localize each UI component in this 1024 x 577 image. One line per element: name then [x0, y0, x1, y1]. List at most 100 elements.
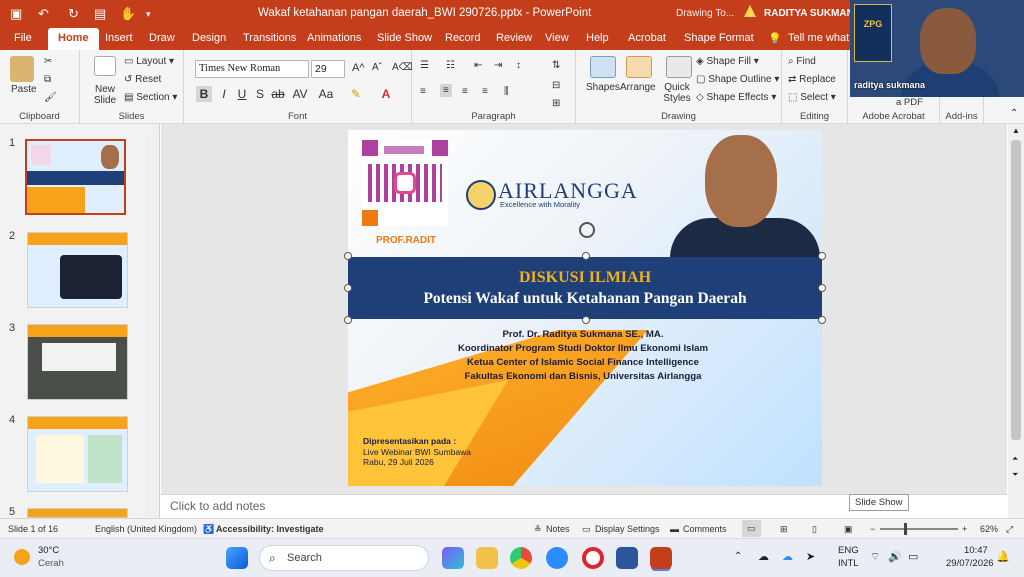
canvas-scrollbar[interactable]: ▲ ⏶ ⏷ [1008, 124, 1024, 518]
selection-handle-tm[interactable] [582, 252, 590, 260]
copilot-icon[interactable] [442, 547, 464, 569]
word-icon[interactable] [616, 547, 638, 569]
file-explorer-icon[interactable] [476, 547, 498, 569]
columns-icon[interactable]: ⫼ [504, 86, 509, 97]
align-left-icon[interactable]: ≡ [420, 86, 426, 97]
selection-handle-bl[interactable] [344, 316, 352, 324]
clock-time[interactable]: 10:47 [964, 545, 988, 556]
windows-start-icon[interactable] [226, 547, 248, 569]
slide-thumbnail-5[interactable] [27, 508, 128, 518]
comments-button[interactable]: Comments [683, 524, 727, 534]
tab-insert[interactable]: Insert [105, 32, 133, 44]
opera-icon[interactable] [582, 547, 604, 569]
normal-view-icon[interactable]: ▭ [742, 520, 761, 537]
slide-thumbnail-1[interactable] [25, 139, 126, 215]
shrink-font-icon[interactable]: Aˇ [372, 62, 382, 73]
quick-styles-button[interactable]: Quick Styles [662, 82, 692, 104]
slide-show-icon[interactable]: ▣ [844, 524, 853, 535]
rotate-handle-icon[interactable] [579, 222, 595, 238]
input-language[interactable]: ENG [838, 545, 859, 556]
font-color-icon[interactable]: A [378, 86, 394, 102]
battery-icon[interactable]: ▭ [908, 550, 918, 563]
wifi-icon[interactable]: ⌔ [870, 550, 880, 564]
tab-animations[interactable]: Animations [307, 32, 361, 44]
smartart-icon[interactable]: ⊞ [552, 98, 560, 109]
copy-icon[interactable]: ⧉ [44, 74, 51, 85]
customize-toolbar-icon[interactable]: ▾ [146, 9, 151, 20]
collapse-ribbon-icon[interactable]: ⌃ [1010, 108, 1018, 119]
title-banner[interactable]: DISKUSI ILMIAH Potensi Wakaf untuk Ketah… [348, 257, 822, 319]
user-name[interactable]: RADITYA SUKMANA [764, 8, 861, 19]
redo-icon[interactable]: ↻ [68, 6, 79, 22]
tab-design[interactable]: Design [192, 32, 226, 44]
weather-temp[interactable]: 30°C [38, 545, 59, 556]
save-icon[interactable]: ▣ [10, 6, 22, 22]
character-spacing-icon[interactable]: AV [292, 86, 308, 102]
zoom-app-icon[interactable] [546, 547, 568, 569]
chrome-icon[interactable] [510, 547, 532, 569]
selection-handle-mr[interactable] [818, 284, 826, 292]
shape-effects-button[interactable]: ◇ Shape Effects ▾ [696, 92, 776, 103]
next-slide-icon[interactable]: ⏷ [1012, 470, 1018, 480]
increase-indent-icon[interactable]: ⇥ [494, 60, 502, 71]
selection-handle-bm[interactable] [582, 316, 590, 324]
shapes-icon[interactable] [590, 56, 616, 78]
format-painter-icon[interactable]: 🖌 [44, 92, 57, 103]
fit-slide-icon[interactable]: ⤢ [1006, 524, 1013, 535]
font-name-select[interactable]: Times New Roman [195, 60, 309, 78]
language-status[interactable]: English (United Kingdom) [95, 524, 197, 534]
scrollbar-thumb[interactable] [1011, 140, 1021, 440]
align-center-icon[interactable]: ≡ [440, 84, 452, 97]
zoom-in-icon[interactable]: + [962, 524, 967, 534]
tab-shape-format[interactable]: Shape Format [684, 32, 754, 44]
selection-handle-tr[interactable] [818, 252, 826, 260]
notes-button[interactable]: Notes [546, 524, 570, 534]
tab-home[interactable]: Home [48, 28, 99, 50]
shapes-button[interactable]: Shapes [586, 82, 620, 93]
slide-thumbnail-3[interactable] [27, 324, 128, 400]
slide-sorter-icon[interactable]: ⊞ [780, 524, 788, 535]
align-text-icon[interactable]: ⊟ [552, 80, 560, 91]
create-pdf-label[interactable]: a PDF [896, 97, 923, 108]
reading-view-icon[interactable]: ▯ [812, 524, 817, 535]
prev-slide-icon[interactable]: ⏶ [1012, 454, 1018, 464]
paste-icon[interactable] [10, 56, 34, 82]
strikethrough-icon[interactable]: ab [270, 86, 286, 102]
shape-outline-button[interactable]: ▢ Shape Outline ▾ [696, 74, 779, 85]
input-layout[interactable]: INTL [838, 558, 859, 569]
volume-icon[interactable]: 🔊 [888, 550, 902, 563]
new-slide-button[interactable]: New Slide [90, 84, 120, 106]
slide-thumbnail-2[interactable] [27, 232, 128, 308]
grow-font-icon[interactable]: A^ [352, 62, 365, 74]
network-cloud-icon[interactable]: ☁ [758, 550, 769, 563]
zoom-out-icon[interactable]: − [870, 524, 875, 534]
align-right-icon[interactable]: ≡ [462, 86, 468, 97]
layout-button[interactable]: ▭ Layout ▾ [124, 56, 174, 67]
accessibility-status[interactable]: Accessibility: Investigate [216, 524, 324, 534]
line-spacing-icon[interactable]: ↕ [516, 60, 521, 71]
justify-icon[interactable]: ≡ [482, 86, 488, 97]
tab-help[interactable]: Help [586, 32, 609, 44]
undo-icon[interactable]: ↶ [38, 6, 49, 22]
bullets-icon[interactable]: ☰ [420, 60, 429, 71]
section-button[interactable]: ▤ Section ▾ [124, 92, 177, 103]
clock-date[interactable]: 29/07/2026 [946, 558, 994, 569]
chevron-up-icon[interactable]: ⌃ [734, 551, 742, 562]
tab-slide-show[interactable]: Slide Show [377, 32, 432, 44]
tab-acrobat[interactable]: Acrobat [628, 32, 666, 44]
tab-view[interactable]: View [545, 32, 569, 44]
location-icon[interactable]: ➤ [806, 550, 815, 563]
quick-styles-icon[interactable] [666, 56, 692, 78]
taskbar-search[interactable]: ⌕ Search [259, 545, 429, 571]
slide-thumbnail-4[interactable] [27, 416, 128, 492]
start-from-beginning-icon[interactable]: ▤ [94, 6, 106, 22]
change-case-icon[interactable]: Aa [318, 86, 334, 102]
numbering-icon[interactable]: ☷ [446, 60, 455, 71]
italic-icon[interactable]: I [216, 86, 232, 102]
zoom-slider[interactable] [880, 528, 958, 530]
find-button[interactable]: ⌕ Find [788, 56, 816, 67]
underline-icon[interactable]: U [234, 86, 250, 102]
selection-handle-ml[interactable] [344, 284, 352, 292]
select-button[interactable]: ⬚ Select ▾ [788, 92, 836, 103]
new-slide-icon[interactable] [94, 56, 116, 76]
